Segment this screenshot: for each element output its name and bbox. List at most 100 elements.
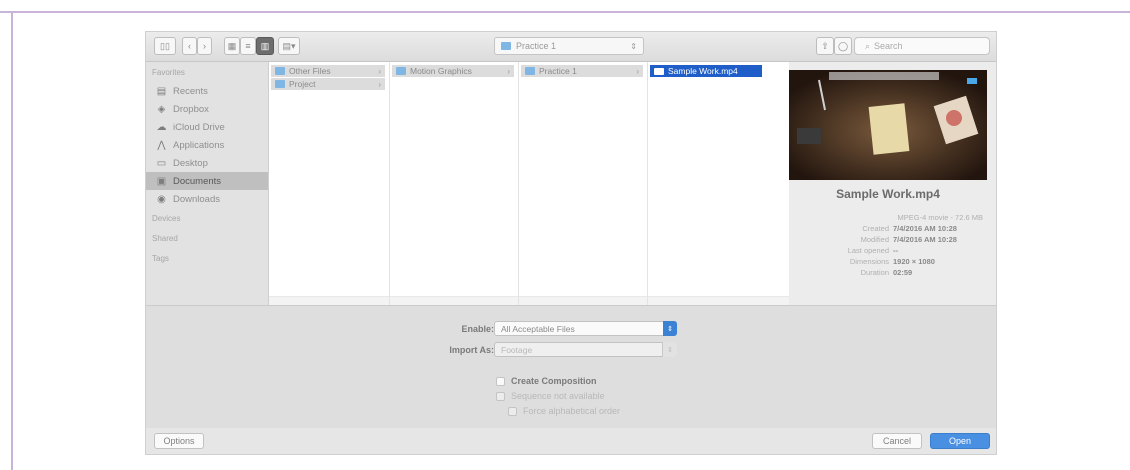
cloud-icon: ☁ bbox=[156, 121, 167, 133]
applications-icon: ⋀ bbox=[157, 139, 166, 151]
import-as-value: Footage bbox=[501, 344, 533, 355]
chevron-right-icon: › bbox=[378, 79, 381, 89]
force-alpha-checkbox[interactable] bbox=[508, 406, 517, 416]
column-1: Other Files › Project › bbox=[269, 62, 390, 305]
column-resize-bar[interactable] bbox=[648, 296, 789, 305]
force-alpha-option[interactable]: Force alphabetical order bbox=[508, 406, 620, 416]
enable-label: Enable: bbox=[461, 324, 494, 334]
icon-view-button[interactable]: ▦ bbox=[224, 37, 240, 55]
location-popup[interactable]: Practice 1 ⇕ bbox=[494, 37, 644, 55]
movie-file-icon bbox=[654, 67, 664, 75]
sidebar-item-icloud-drive[interactable]: ☁ iCloud Drive bbox=[146, 118, 268, 136]
list-icon: ≡ bbox=[245, 41, 251, 51]
list-item-project[interactable]: Project › bbox=[271, 78, 385, 90]
preview-meta-row: Last opened -- bbox=[789, 246, 987, 255]
column-browser: Other Files › Project › Motion Graphics › P… bbox=[269, 62, 789, 305]
gallery-icon: ▤▾ bbox=[282, 40, 296, 51]
cancel-button[interactable]: Cancel bbox=[872, 433, 922, 449]
sidebar-item-label: Recents bbox=[173, 85, 208, 97]
import-options: Enable: All Acceptable Files ⇕ Import As… bbox=[146, 305, 996, 428]
create-composition-label: Create Composition bbox=[511, 376, 597, 386]
gallery-view-button[interactable]: ▤▾ bbox=[278, 37, 300, 55]
tag-icon: ◯ bbox=[837, 40, 849, 51]
folder-icon bbox=[275, 67, 285, 75]
column-3: Practice 1 › bbox=[519, 62, 648, 305]
column-4: Sample Work.mp4 bbox=[648, 62, 789, 305]
sidebar-toggle-button[interactable]: ▯▯ bbox=[154, 37, 176, 55]
sidebar-item-desktop[interactable]: ▭ Desktop bbox=[146, 154, 268, 172]
meta-key: Modified bbox=[860, 235, 889, 244]
meta-value: 02:59 bbox=[893, 268, 913, 277]
grid-icon: ▦ bbox=[227, 40, 237, 51]
shared-header: Shared bbox=[152, 234, 178, 243]
sequence-checkbox[interactable] bbox=[496, 391, 505, 401]
import-file-dialog: ▯▯ ‹ › ▦ ≡ ▥ ▤▾ Practice 1 ⇕ ⇧ ◯ ⌕ Searc… bbox=[145, 31, 997, 455]
chevron-updown-icon: ⇕ bbox=[662, 342, 677, 357]
import-as-label: Import As: bbox=[449, 345, 494, 355]
thumbnail-image bbox=[789, 70, 987, 180]
preview-kind-row: MPEG-4 movie - 72.6 MB bbox=[789, 213, 987, 222]
column-resize-bar[interactable] bbox=[390, 296, 518, 305]
preview-meta-row: Dimensions 1920 × 1080 bbox=[789, 257, 987, 266]
list-item-sample-work[interactable]: Sample Work.mp4 bbox=[650, 65, 762, 77]
create-composition-checkbox[interactable] bbox=[496, 376, 505, 386]
options-button[interactable]: Options bbox=[154, 433, 204, 449]
enable-select[interactable]: All Acceptable Files ⇕ bbox=[494, 321, 677, 336]
desktop-icon: ▭ bbox=[156, 157, 167, 169]
preview-meta-row: Modified 7/4/2016 AM 10:28 bbox=[789, 235, 987, 244]
sidebar-item-label: Desktop bbox=[173, 157, 208, 169]
column-resize-bar[interactable] bbox=[269, 296, 389, 305]
sequence-label: Sequence not available bbox=[511, 391, 605, 401]
item-label: Sample Work.mp4 bbox=[668, 66, 738, 76]
list-view-button[interactable]: ≡ bbox=[240, 37, 256, 55]
forward-button[interactable]: › bbox=[197, 37, 212, 55]
dropbox-icon: ◈ bbox=[157, 103, 166, 115]
column-resize-bar[interactable] bbox=[519, 296, 647, 305]
sidebar-item-downloads[interactable]: ◉ Downloads bbox=[146, 190, 268, 208]
sidebar-item-dropbox[interactable]: ◈ Dropbox bbox=[146, 100, 268, 118]
preview-meta-row: Duration 02:59 bbox=[789, 268, 987, 277]
sidebar-item-documents[interactable]: ▣ Documents bbox=[146, 172, 268, 190]
sidebar-item-applications[interactable]: ⋀ Applications bbox=[146, 136, 268, 154]
preview-kind: MPEG-4 movie - 72.6 MB bbox=[897, 213, 983, 222]
list-item-other-files[interactable]: Other Files › bbox=[271, 65, 385, 77]
preview-meta-row: Created 7/4/2016 AM 10:28 bbox=[789, 224, 987, 233]
column-view-button[interactable]: ▥ bbox=[256, 37, 274, 55]
frame-left-line bbox=[11, 11, 13, 470]
location-label: Practice 1 bbox=[516, 41, 557, 51]
enable-value: All Acceptable Files bbox=[501, 323, 575, 334]
chevron-right-icon: › bbox=[636, 66, 639, 76]
create-composition-option[interactable]: Create Composition bbox=[496, 376, 597, 386]
list-item-motion-graphics[interactable]: Motion Graphics › bbox=[392, 65, 514, 77]
folder-icon bbox=[525, 67, 535, 75]
import-as-select[interactable]: Footage ⇕ bbox=[494, 342, 677, 357]
meta-value: 7/4/2016 AM 10:28 bbox=[893, 224, 957, 233]
sidebar: Favorites ▤ Recents ◈ Dropbox ☁ iCloud Driv… bbox=[146, 62, 269, 305]
share-button[interactable]: ⇧ bbox=[816, 37, 834, 55]
sidebar-item-label: iCloud Drive bbox=[173, 121, 225, 133]
meta-key: Duration bbox=[860, 268, 889, 277]
folder-icon bbox=[396, 67, 406, 75]
list-item-practice-1[interactable]: Practice 1 › bbox=[521, 65, 643, 77]
open-button[interactable]: Open bbox=[930, 433, 990, 449]
chevron-updown-icon: ⇕ bbox=[663, 321, 677, 336]
sidebar-item-recents[interactable]: ▤ Recents bbox=[146, 82, 268, 100]
item-label: Other Files bbox=[289, 66, 331, 76]
column-2: Motion Graphics › bbox=[390, 62, 519, 305]
columns-icon: ▥ bbox=[260, 40, 270, 51]
sequence-option[interactable]: Sequence not available bbox=[496, 391, 605, 401]
meta-value: 1920 × 1080 bbox=[893, 257, 935, 266]
toolbar: ▯▯ ‹ › ▦ ≡ ▥ ▤▾ Practice 1 ⇕ ⇧ ◯ ⌕ Searc… bbox=[146, 32, 996, 62]
tags-button[interactable]: ◯ bbox=[834, 37, 852, 55]
frame-top-line bbox=[0, 11, 1130, 13]
sidebar-item-label: Downloads bbox=[173, 193, 220, 205]
folder-icon bbox=[501, 42, 511, 50]
recents-icon: ▤ bbox=[156, 85, 167, 97]
sidebar-item-label: Dropbox bbox=[173, 103, 209, 115]
search-input[interactable]: ⌕ Search bbox=[854, 37, 990, 55]
meta-value: -- bbox=[893, 246, 898, 255]
back-button[interactable]: ‹ bbox=[182, 37, 197, 55]
dialog-footer: Options Cancel Open bbox=[146, 428, 996, 454]
meta-value: 7/4/2016 AM 10:28 bbox=[893, 235, 957, 244]
meta-key: Created bbox=[862, 224, 889, 233]
